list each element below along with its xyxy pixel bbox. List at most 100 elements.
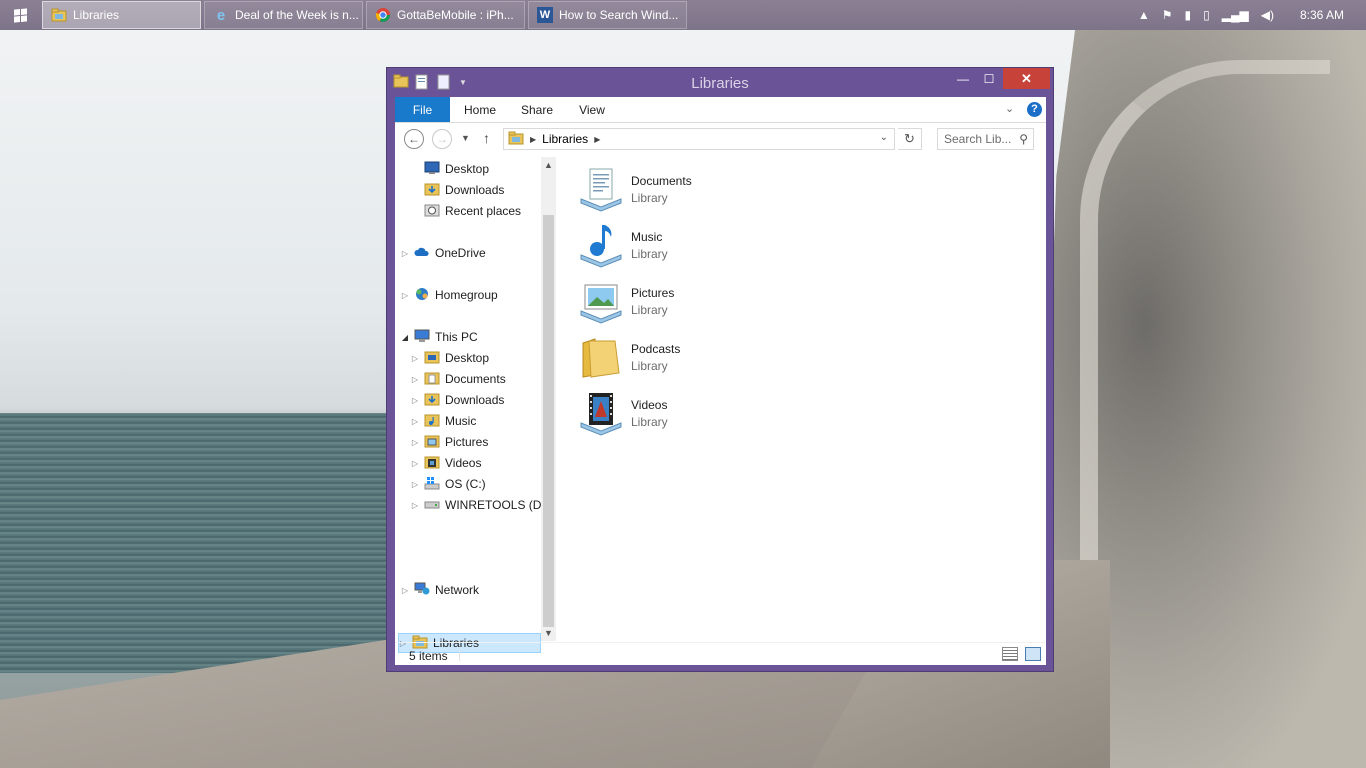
forward-button[interactable]: → bbox=[432, 129, 452, 149]
nav-item-pc-videos[interactable]: ▷ Videos bbox=[411, 453, 481, 473]
library-item-videos[interactable]: Videos Library bbox=[577, 385, 827, 441]
recent-places-icon bbox=[424, 203, 440, 220]
folder-library-icon bbox=[51, 7, 67, 23]
expand-arrow-icon[interactable]: ▷ bbox=[411, 438, 419, 447]
onedrive-icon bbox=[414, 246, 430, 261]
nav-item-downloads[interactable]: Downloads bbox=[411, 180, 504, 200]
expand-arrow-icon[interactable]: ▷ bbox=[401, 291, 409, 300]
volume-icon[interactable]: ◀) bbox=[1261, 8, 1274, 22]
downloads-folder-icon bbox=[424, 392, 440, 409]
help-icon[interactable]: ? bbox=[1027, 102, 1042, 117]
wallpaper-wall-curve bbox=[1080, 60, 1330, 760]
tab-home[interactable]: Home bbox=[457, 97, 503, 122]
taskbar-button-ie[interactable]: e Deal of the Week is n... bbox=[204, 1, 363, 29]
signal-icon[interactable]: ▂▄▆ bbox=[1222, 8, 1249, 22]
navigation-scrollbar[interactable]: ▲ ▼ bbox=[541, 157, 556, 641]
scroll-down-icon[interactable]: ▼ bbox=[541, 625, 556, 641]
breadcrumb-separator-icon[interactable]: ▶ bbox=[594, 135, 600, 144]
close-icon: ✕ bbox=[1021, 70, 1032, 86]
collapse-arrow-icon[interactable]: ◢ bbox=[401, 333, 409, 342]
scroll-up-icon[interactable]: ▲ bbox=[541, 157, 556, 173]
videos-library-icon bbox=[577, 389, 625, 437]
wallpaper-sea bbox=[0, 413, 400, 673]
documents-folder-icon bbox=[424, 371, 440, 388]
show-hidden-icons-icon[interactable]: ▲ bbox=[1138, 8, 1150, 22]
power-icon[interactable]: ▮ bbox=[1185, 8, 1192, 22]
expand-arrow-icon[interactable]: ▷ bbox=[411, 480, 419, 489]
pictures-folder-icon bbox=[424, 434, 440, 451]
taskbar-button-chrome[interactable]: GottaBeMobile : iPh... bbox=[366, 1, 525, 29]
minimize-button[interactable]: — bbox=[950, 68, 976, 89]
desktop-icon bbox=[424, 161, 440, 178]
search-input[interactable]: Search Lib... bbox=[944, 132, 1011, 146]
search-icon: ⚲ bbox=[1019, 132, 1028, 146]
expand-arrow-icon[interactable]: ▷ bbox=[411, 501, 419, 510]
taskbar-button-label: How to Search Wind... bbox=[559, 8, 679, 22]
library-item-music[interactable]: Music Library bbox=[577, 217, 827, 273]
taskbar: Libraries e Deal of the Week is n... Got… bbox=[0, 0, 1366, 30]
library-item-pictures[interactable]: Pictures Library bbox=[577, 273, 827, 329]
nav-item-pc-pictures[interactable]: ▷ Pictures bbox=[411, 432, 488, 452]
tab-view[interactable]: View bbox=[571, 97, 613, 122]
expand-arrow-icon[interactable]: ▷ bbox=[401, 249, 409, 258]
taskbar-button-libraries[interactable]: Libraries bbox=[42, 1, 201, 29]
window-client: File Home Share View ⌄ ? ← → ▼ ↑ ▶ Libra… bbox=[395, 97, 1046, 665]
details-view-icon[interactable] bbox=[1002, 647, 1018, 661]
expand-arrow-icon[interactable]: ▷ bbox=[411, 396, 419, 405]
recent-locations-icon[interactable]: ▼ bbox=[461, 133, 470, 143]
clock[interactable]: 8:36 AM bbox=[1300, 8, 1344, 22]
nav-item-recent-places[interactable]: Recent places bbox=[411, 201, 521, 221]
back-button[interactable]: ← bbox=[404, 129, 424, 149]
refresh-button[interactable]: ↻ bbox=[898, 128, 922, 150]
libraries-icon bbox=[508, 131, 524, 148]
expand-arrow-icon[interactable]: ▷ bbox=[411, 354, 419, 363]
word-icon: W bbox=[537, 7, 553, 23]
library-type: Library bbox=[631, 302, 668, 317]
pictures-library-icon bbox=[577, 277, 625, 325]
library-name: Pictures bbox=[631, 285, 675, 300]
scrollbar-thumb[interactable] bbox=[543, 215, 554, 627]
title-bar[interactable]: ▼ Libraries — ☐ ✕ bbox=[387, 68, 1053, 97]
nav-item-winretools-d[interactable]: ▷ WINRETOOLS (D:) bbox=[411, 495, 549, 515]
address-dropdown-icon[interactable]: ⌄ bbox=[880, 132, 888, 143]
tab-share[interactable]: Share bbox=[515, 97, 559, 122]
action-center-flag-icon[interactable]: ⚑ bbox=[1162, 8, 1173, 22]
nav-item-pc-documents[interactable]: ▷ Documents bbox=[411, 369, 506, 389]
close-button[interactable]: ✕ bbox=[1003, 68, 1050, 89]
expand-ribbon-icon[interactable]: ⌄ bbox=[1005, 102, 1014, 115]
breadcrumb-separator-icon[interactable]: ▶ bbox=[530, 135, 536, 144]
tab-file[interactable]: File bbox=[395, 97, 450, 122]
taskbar-button-word[interactable]: W How to Search Wind... bbox=[528, 1, 687, 29]
address-bar[interactable]: ▶ Libraries ▶ ⌄ bbox=[503, 128, 895, 150]
nav-item-onedrive[interactable]: ▷ OneDrive bbox=[401, 243, 486, 263]
nav-item-homegroup[interactable]: ▷ Homegroup bbox=[401, 285, 498, 305]
expand-arrow-icon[interactable]: ▷ bbox=[411, 459, 419, 468]
nav-item-os-c[interactable]: ▷ OS (C:) bbox=[411, 474, 486, 494]
expand-arrow-icon[interactable]: ▷ bbox=[411, 417, 419, 426]
breadcrumb-libraries[interactable]: Libraries bbox=[542, 132, 588, 146]
start-button[interactable] bbox=[0, 0, 40, 30]
nav-item-pc-music[interactable]: ▷ Music bbox=[411, 411, 476, 431]
battery-icon[interactable]: ▯ bbox=[1203, 8, 1210, 22]
nav-item-desktop[interactable]: Desktop bbox=[411, 159, 489, 179]
up-arrow-icon[interactable]: ↑ bbox=[483, 130, 490, 146]
library-name: Documents bbox=[631, 173, 692, 188]
computer-icon bbox=[414, 329, 430, 346]
nav-item-pc-downloads[interactable]: ▷ Downloads bbox=[411, 390, 504, 410]
nav-item-pc-desktop[interactable]: ▷ Desktop bbox=[411, 348, 489, 368]
expand-arrow-icon[interactable]: ▷ bbox=[401, 586, 409, 595]
ribbon: File Home Share View ⌄ ? bbox=[395, 97, 1046, 123]
search-box[interactable]: Search Lib... ⚲ bbox=[937, 128, 1034, 150]
music-library-icon bbox=[577, 221, 625, 269]
nav-item-network-visible[interactable]: ▷ Network bbox=[401, 580, 479, 600]
library-type: Library bbox=[631, 358, 668, 373]
library-item-documents[interactable]: Documents Library bbox=[577, 161, 827, 217]
expand-arrow-icon[interactable]: ▷ bbox=[411, 375, 419, 384]
library-item-podcasts[interactable]: Podcasts Library bbox=[577, 329, 827, 385]
maximize-button[interactable]: ☐ bbox=[976, 68, 1002, 89]
taskbar-button-label: Deal of the Week is n... bbox=[235, 8, 359, 22]
large-icons-view-icon[interactable] bbox=[1025, 647, 1041, 661]
nav-item-this-pc[interactable]: ◢ This PC bbox=[401, 327, 478, 347]
internet-explorer-icon: e bbox=[216, 6, 226, 24]
minimize-icon: — bbox=[957, 71, 969, 86]
